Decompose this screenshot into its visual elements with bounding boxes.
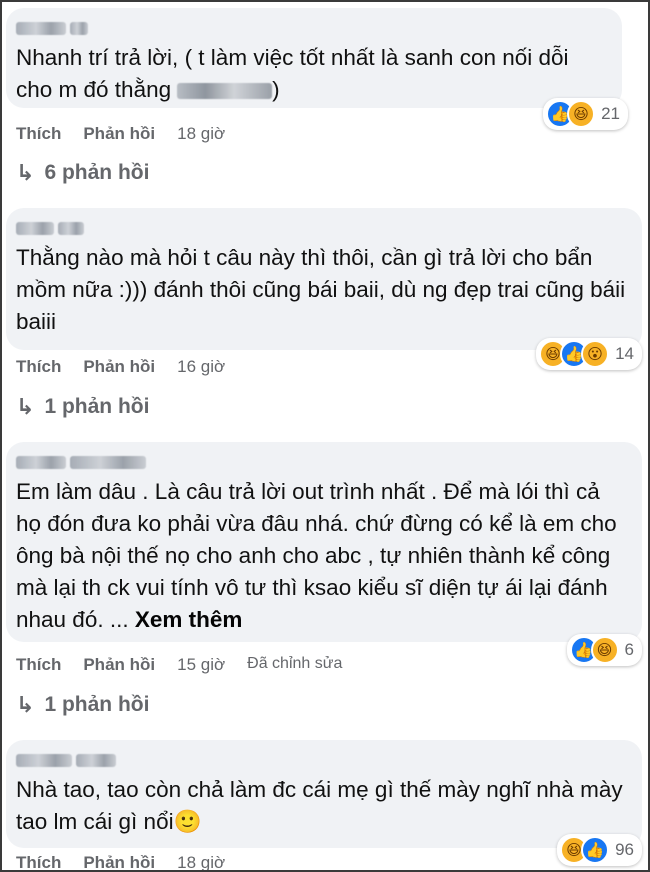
- reply-button[interactable]: Phản hồi: [83, 124, 155, 144]
- comment-2: Thằng nào mà hỏi t câu này thì thôi, cần…: [6, 208, 642, 370]
- comment-3: Em làm dâu . Là câu trả lời out trình nh…: [6, 442, 642, 666]
- view-replies-link[interactable]: ↳ 6 phản hồi: [16, 160, 149, 186]
- haha-icon: 😆: [590, 636, 619, 664]
- comment-bubble: Nhanh trí trả lời, ( t làm việc tốt nhất…: [6, 8, 628, 130]
- comment-actions: Thích Phản hồi 18 giờ: [16, 853, 225, 870]
- comment-actions: Thích Phản hồi 16 giờ: [16, 357, 225, 377]
- reply-button[interactable]: Phản hồi: [83, 655, 155, 675]
- author-name-blurred[interactable]: [16, 218, 628, 238]
- reaction-summary[interactable]: 👍 😆 6: [566, 634, 642, 666]
- haha-icon: 😆: [567, 100, 596, 128]
- reaction-summary[interactable]: 😆 👍 96: [557, 834, 642, 866]
- reaction-count: 6: [624, 640, 634, 659]
- reaction-summary[interactable]: 👍 😆 21: [543, 98, 628, 130]
- view-replies-link[interactable]: ↳ 1 phản hồi: [16, 692, 149, 718]
- comment-text: Thằng nào mà hỏi t câu này thì thôi, cần…: [16, 245, 632, 334]
- comment-4: Nhà tao, tao còn chả làm đc cái mẹ gì th…: [6, 740, 642, 866]
- comment-bubble: Thằng nào mà hỏi t câu này thì thôi, cần…: [6, 208, 642, 370]
- reply-button[interactable]: Phản hồi: [83, 357, 155, 377]
- comment-text: Nhà tao, tao còn chả làm đc cái mẹ gì th…: [16, 777, 629, 834]
- reaction-count: 96: [615, 840, 634, 859]
- reply-arrow-icon: ↳: [16, 692, 35, 717]
- comment-bubble: Em làm dâu . Là câu trả lời out trình nh…: [6, 442, 642, 666]
- timestamp[interactable]: 18 giờ: [177, 124, 225, 144]
- timestamp[interactable]: 18 giờ: [177, 853, 225, 870]
- timestamp[interactable]: 15 giờ: [177, 655, 225, 675]
- comment-bubble: Nhà tao, tao còn chả làm đc cái mẹ gì th…: [6, 740, 642, 866]
- like-button[interactable]: Thích: [16, 655, 61, 675]
- reaction-summary[interactable]: 😆 👍 😮 14: [536, 338, 642, 370]
- comment-actions: Thích Phản hồi 15 giờ Đã chỉnh sửa: [16, 655, 342, 675]
- see-more-link[interactable]: Xem thêm: [135, 607, 243, 632]
- like-button[interactable]: Thích: [16, 124, 61, 144]
- blurred-name: [177, 83, 273, 100]
- reply-arrow-icon: ↳: [16, 160, 35, 185]
- reaction-count: 14: [615, 344, 634, 363]
- like-icon: 👍: [581, 836, 610, 864]
- comment-text: Nhanh trí trả lời, ( t làm việc tốt nhất…: [16, 45, 575, 102]
- comment-1: Nhanh trí trả lời, ( t làm việc tốt nhất…: [6, 8, 628, 130]
- reply-arrow-icon: ↳: [16, 394, 35, 419]
- author-name-blurred[interactable]: [16, 18, 608, 38]
- wow-icon: 😮: [581, 340, 610, 368]
- view-replies-link[interactable]: ↳ 1 phản hồi: [16, 394, 149, 420]
- author-name-blurred[interactable]: [16, 750, 628, 770]
- reaction-count: 21: [601, 104, 620, 123]
- reply-button[interactable]: Phản hồi: [83, 853, 155, 870]
- edited-label: Đã chỉnh sửa: [247, 655, 343, 672]
- comment-thread: Nhanh trí trả lời, ( t làm việc tốt nhất…: [0, 0, 650, 872]
- timestamp[interactable]: 16 giờ: [177, 357, 225, 377]
- like-button[interactable]: Thích: [16, 357, 61, 377]
- author-name-blurred[interactable]: [16, 452, 628, 472]
- like-button[interactable]: Thích: [16, 853, 61, 870]
- comment-actions: Thích Phản hồi 18 giờ: [16, 124, 225, 144]
- comment-text: Em làm dâu . Là câu trả lời out trình nh…: [16, 479, 623, 632]
